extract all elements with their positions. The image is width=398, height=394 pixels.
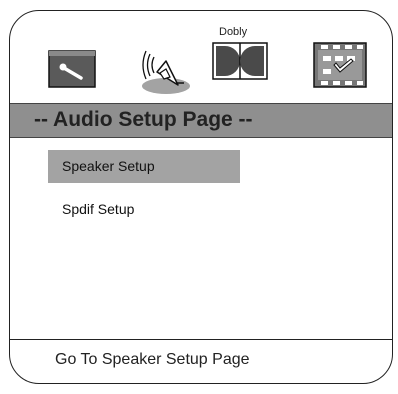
menu-item-speaker-setup[interactable]: Speaker Setup: [48, 150, 240, 183]
audio-setup-screen: Dobly -- Audio Setup Page -- Speaker Set…: [9, 10, 393, 384]
footer-divider: [10, 339, 392, 340]
menu-item-spdif-setup[interactable]: Spdif Setup: [48, 193, 240, 226]
audio-setup-icon[interactable]: [136, 43, 192, 95]
general-setup-icon[interactable]: [48, 50, 96, 88]
page-header: -- Audio Setup Page --: [10, 103, 392, 138]
dolby-setup-icon[interactable]: [212, 42, 268, 80]
page-title: -- Audio Setup Page --: [34, 108, 253, 131]
preference-setup-icon[interactable]: [313, 42, 367, 88]
dolby-label: Dobly: [219, 26, 248, 38]
setup-icon-bar: Dobly: [10, 11, 392, 103]
status-text: Go To Speaker Setup Page: [55, 351, 250, 368]
